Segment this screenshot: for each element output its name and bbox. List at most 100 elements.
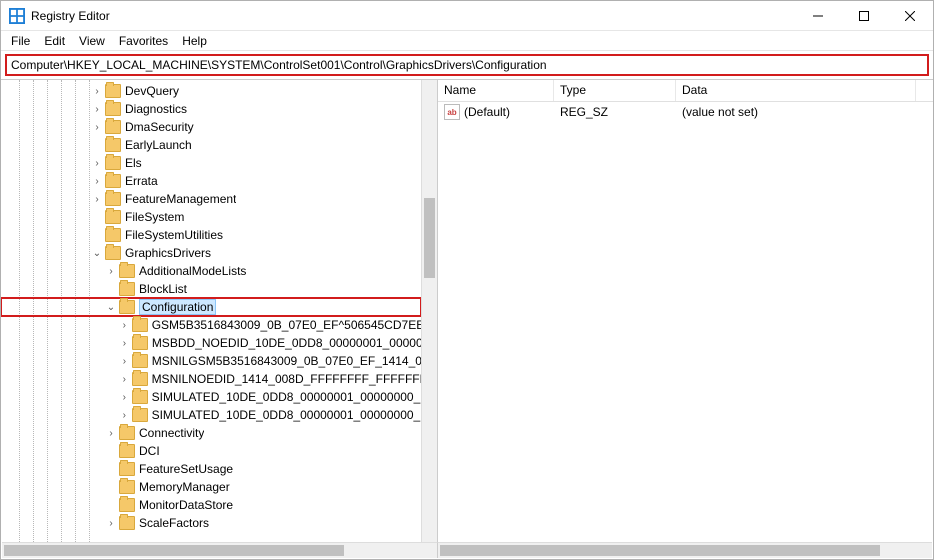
tree-item-label: Connectivity [139,426,204,440]
collapsed-icon[interactable]: › [89,101,105,117]
collapsed-icon[interactable]: › [103,515,119,531]
collapsed-icon[interactable]: › [117,317,132,333]
tree-item-label: DevQuery [125,84,179,98]
menu-view[interactable]: View [79,34,105,48]
tree[interactable]: › DevQuery › Diagnostics › DmaSecurity EarlyLa… [1,80,421,542]
folder-icon [119,480,135,494]
tree-item[interactable]: › FeatureManagement [1,190,421,208]
tree-item[interactable]: › Diagnostics [1,100,421,118]
collapsed-icon[interactable]: › [117,353,132,369]
no-expander [103,479,119,495]
folder-icon [119,282,135,296]
tree-item[interactable]: ›MSBDD_NOEDID_10DE_0DD8_00000001_0000000… [1,334,421,352]
collapsed-icon[interactable]: › [103,263,119,279]
tree-item[interactable]: › DmaSecurity [1,118,421,136]
collapsed-icon[interactable]: › [117,335,132,351]
tree-item-label: Configuration [139,299,216,315]
tree-item[interactable]: ›Els [1,154,421,172]
folder-icon [105,174,121,188]
tree-item-label: MSNILGSM5B3516843009_0B_07E0_EF_1414_008… [152,354,421,368]
no-expander [89,227,105,243]
collapsed-icon[interactable]: › [89,119,105,135]
tree-item-label: MonitorDataStore [139,498,233,512]
expanded-icon[interactable]: ⌄ [103,299,119,315]
collapsed-icon[interactable]: › [117,389,132,405]
tree-item-label: FeatureManagement [125,192,236,206]
address-bar [5,54,929,76]
collapsed-icon[interactable]: › [89,191,105,207]
no-expander [103,461,119,477]
tree-item-label: FileSystem [125,210,184,224]
collapsed-icon[interactable]: › [89,83,105,99]
close-button[interactable] [887,1,933,31]
tree-item[interactable]: FileSystemUtilities [1,226,421,244]
window-title: Registry Editor [31,9,110,23]
collapsed-icon[interactable]: › [89,155,105,171]
values-pane: Name Type Data ab(Default)REG_SZ(value n… [438,80,933,542]
tree-item[interactable]: › ScaleFactors [1,514,421,532]
tree-item[interactable]: MonitorDataStore [1,496,421,514]
tree-item-label: SIMULATED_10DE_0DD8_00000001_00000000_11… [152,390,421,404]
folder-icon [105,192,121,206]
tree-item[interactable]: EarlyLaunch [1,136,421,154]
no-expander [103,497,119,513]
tree-item-label: GraphicsDrivers [125,246,211,260]
tree-item[interactable]: ⌄ GraphicsDrivers [1,244,421,262]
menubar: File Edit View Favorites Help [1,31,933,51]
value-row[interactable]: ab(Default)REG_SZ(value not set) [438,102,933,122]
tree-item[interactable]: › MSNILNOEDID_1414_008D_FFFFFFFF_FFFFFFFF… [1,370,421,388]
menu-edit[interactable]: Edit [44,34,65,48]
tree-item-label: ScaleFactors [139,516,209,530]
folder-icon [119,498,135,512]
hscrollbar[interactable] [2,542,932,558]
collapsed-icon[interactable]: › [117,371,132,387]
tree-item-label: FileSystemUtilities [125,228,223,242]
tree-item[interactable]: MemoryManager [1,478,421,496]
minimize-button[interactable] [795,1,841,31]
tree-item[interactable]: › SIMULATED_10DE_0DD8_00000001_00000000_1… [1,388,421,406]
expanded-icon[interactable]: ⌄ [89,245,105,261]
no-expander [89,209,105,225]
maximize-button[interactable] [841,1,887,31]
folder-icon [119,264,135,278]
address-input[interactable] [7,56,927,74]
no-expander [103,281,119,297]
tree-item-label: DmaSecurity [125,120,194,134]
folder-icon [132,354,148,368]
folder-icon [132,408,148,422]
column-data[interactable]: Data [676,80,916,101]
folder-icon [105,210,121,224]
folder-icon [105,228,121,242]
tree-item[interactable]: ›GSM5B3516843009_0B_07E0_EF^506545CD7EE5… [1,316,421,334]
tree-item[interactable]: › DevQuery [1,82,421,100]
collapsed-icon[interactable]: › [103,425,119,441]
tree-item[interactable]: FeatureSetUsage [1,460,421,478]
collapsed-icon[interactable]: › [89,173,105,189]
tree-item[interactable]: BlockList [1,280,421,298]
tree-item[interactable]: ›Errata [1,172,421,190]
column-name[interactable]: Name [438,80,554,101]
menu-help[interactable]: Help [182,34,207,48]
string-value-icon: ab [444,104,460,120]
folder-icon [119,444,135,458]
tree-item[interactable]: › MSNILGSM5B3516843009_0B_07E0_EF_1414_00… [1,352,421,370]
value-name: (Default) [464,105,510,119]
tree-item[interactable]: DCI [1,442,421,460]
menu-file[interactable]: File [11,34,30,48]
tree-item-label: AdditionalModeLists [139,264,246,278]
tree-item-label: Diagnostics [125,102,187,116]
folder-icon [132,318,148,332]
folder-icon [105,102,121,116]
menu-favorites[interactable]: Favorites [119,34,168,48]
tree-item-label: MSNILNOEDID_1414_008D_FFFFFFFF_FFFFFFFF_… [152,372,421,386]
tree-item[interactable]: › AdditionalModeLists [1,262,421,280]
tree-vscrollbar[interactable] [421,80,437,542]
collapsed-icon[interactable]: › [117,407,132,423]
tree-item[interactable]: FileSystem [1,208,421,226]
tree-item[interactable]: ⌄ Configuration [1,298,421,316]
tree-item[interactable]: › Connectivity [1,424,421,442]
list-body[interactable]: ab(Default)REG_SZ(value not set) [438,102,933,542]
app-icon [9,8,25,24]
column-type[interactable]: Type [554,80,676,101]
tree-item[interactable]: ›SIMULATED_10DE_0DD8_00000001_00000000_1… [1,406,421,424]
